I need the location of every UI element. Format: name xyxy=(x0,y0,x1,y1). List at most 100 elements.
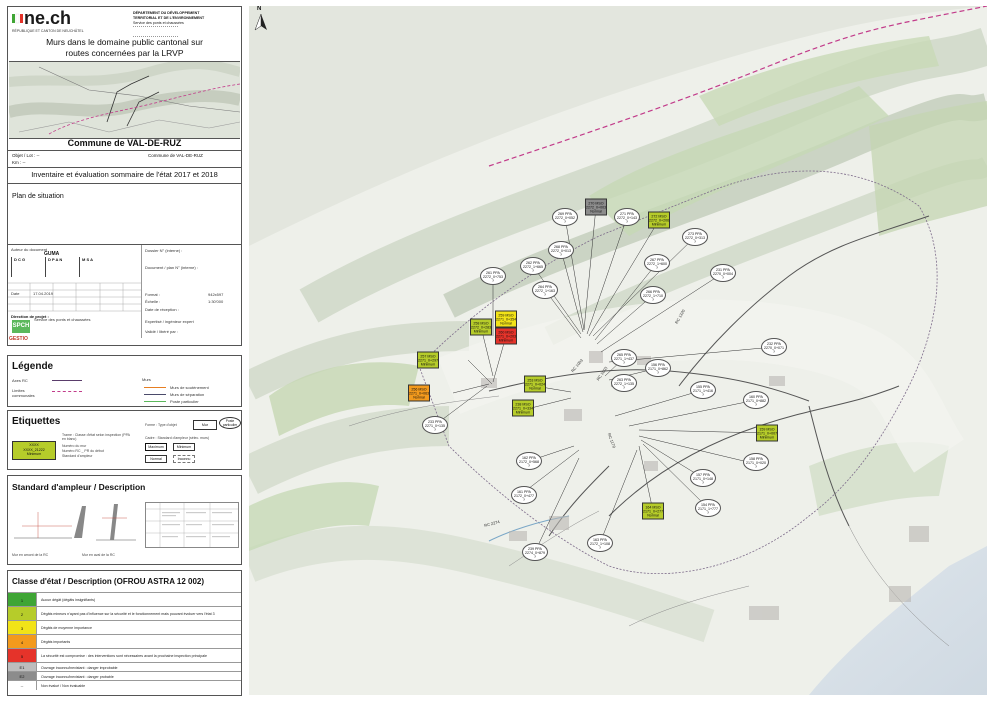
echelle-label: Échelle : xyxy=(145,299,161,304)
legend-poste-line xyxy=(144,401,166,402)
classe-description: Non évalué / Non évaluable xyxy=(41,683,86,688)
title-panel: ne.ch RÉPUBLIQUE ET CANTON DE NEUCHÂTEL … xyxy=(0,0,246,701)
department-line-2: TERRITORIAL ET DE L'ENVIRONNEMENT xyxy=(133,16,205,20)
label-line: ? xyxy=(434,428,436,432)
wall-label[interactable]: 258 MSO 2272_0+283 Minimum xyxy=(470,318,492,336)
poste-label[interactable]: 261 PPA 2272_0+753? xyxy=(480,267,506,285)
label-line: Normal xyxy=(413,395,425,400)
poste-label[interactable]: 267 PPA 2272_1+600? xyxy=(644,254,670,272)
poste-label[interactable]: 154 PPA 2171_1+777? xyxy=(695,499,721,517)
label-line: ? xyxy=(623,361,625,365)
label-line: ? xyxy=(492,279,494,283)
section-diagram xyxy=(12,498,136,548)
poste-label[interactable]: 262 PPA 2272_1+665? xyxy=(520,257,546,275)
legend-limites: Limites communales xyxy=(12,388,35,398)
poste-label[interactable]: 157 PPA 2171_0+148? xyxy=(690,469,716,487)
label-line: Minimum xyxy=(420,362,436,367)
divider xyxy=(8,183,241,184)
poste-label[interactable]: 271 PPA 2272_0+143? xyxy=(614,208,640,226)
label-line: ? xyxy=(707,511,709,515)
forme-mur-box: Mur xyxy=(193,420,217,430)
wall-label[interactable]: 164 MSO 2171_0+277 Normal xyxy=(642,502,664,520)
north-label: N xyxy=(257,6,262,12)
label-line: ? xyxy=(657,371,659,375)
poste-label[interactable]: 158 PPA 2171_0+020? xyxy=(743,453,769,471)
document-label: Document / plan N° (interne) : xyxy=(145,265,198,270)
label-line: Normal xyxy=(500,321,512,326)
wall-label[interactable]: 159 MSO 2171_0+007 Minimum xyxy=(756,424,778,442)
label-line: ? xyxy=(523,498,525,502)
address-lines xyxy=(133,26,178,37)
echelle-value: 1:30'000 xyxy=(208,299,224,304)
poste-label[interactable]: 231 PPA 2270_0+004? xyxy=(710,264,736,282)
legend-murs: Murs xyxy=(142,377,151,382)
grid-lines xyxy=(8,282,141,312)
standard-panel: Standard d'ampleur / Description Mur en … xyxy=(7,475,242,565)
title-line-1: Murs dans le domaine public cantonal sur xyxy=(46,37,203,47)
legend-soutenement-line xyxy=(144,387,166,388)
label-line: ? xyxy=(652,298,654,302)
label-line: ? xyxy=(656,266,658,270)
poste-label[interactable]: 162 PPA 2172_0+568? xyxy=(516,452,542,470)
poste-label[interactable]: 233 PPA 2271_0+135? xyxy=(422,416,448,434)
legend-separation: Murs de séparation xyxy=(170,392,205,397)
sample-line-3: Minimum xyxy=(26,452,42,456)
std-maximum: Maximum xyxy=(145,443,167,451)
poste-label[interactable]: 266 PPA 2272_1+710? xyxy=(640,286,666,304)
poste-label[interactable]: 263 PPA 2272_1+135? xyxy=(611,374,637,392)
partner-logos: D C G D P A N M S A xyxy=(11,257,139,279)
etiquette-desc-4: Standard d'ampleur xyxy=(62,454,93,458)
classe-description: Ouvrage inconnu/inexistant : danger impr… xyxy=(41,665,118,670)
km-field: Km : -- xyxy=(12,160,26,165)
label-line: Minimum xyxy=(515,410,531,415)
poste-label[interactable]: 156 PPA 2171_0+862? xyxy=(645,359,671,377)
commune-field: Commune de VAL-DE-RUZ xyxy=(148,153,203,158)
divider xyxy=(141,245,142,338)
legend-separation-line xyxy=(144,394,166,395)
classe-row: 1 Aucun dégât (dégâts insignifiants) xyxy=(8,592,241,607)
poste-label[interactable]: 269 PPA 2272_0+052? xyxy=(552,208,578,226)
wall-label[interactable]: 253 MSO 2271_0+024 Normal xyxy=(524,375,546,393)
wall-label[interactable]: 238 MSO 2271_0+334 Minimum xyxy=(512,399,534,417)
label-line: ? xyxy=(773,350,775,354)
label-line: ? xyxy=(626,220,628,224)
wall-label[interactable]: 259 MSO 2271_0+354 Normal xyxy=(495,310,517,328)
date-label: Date xyxy=(11,291,20,296)
author-label: Auteur du document xyxy=(11,247,48,252)
gestio-logo: GESTIO xyxy=(9,336,28,342)
poste-label[interactable]: 265 PPA 2271_1+437? xyxy=(611,349,637,367)
poste-label[interactable]: 160 PPA 2171_0+882? xyxy=(743,391,769,409)
poste-label[interactable]: 155 PPA 2171_1+416? xyxy=(690,381,716,399)
classe-description: Dégâts mineurs n'ayant pas d'influence s… xyxy=(41,612,215,616)
standard-caption-2: Mur en aval de la RC xyxy=(82,553,115,557)
poste-label[interactable]: 163 PPA 2172_1+108? xyxy=(587,534,613,552)
logo: ne.ch xyxy=(24,8,72,28)
label-line: ? xyxy=(694,240,696,244)
poste-label[interactable]: 268 PPA 2272_0+013? xyxy=(548,241,574,259)
wall-label[interactable]: 272 MSO 2272_0+206 Minimum xyxy=(648,211,670,229)
poste-label[interactable]: 232 PPA 2270_0+071? xyxy=(761,338,787,356)
etiquette-desc-2: Numéro du mur xyxy=(62,444,87,448)
std-inconnu: Inconnu xyxy=(173,455,195,463)
standard-table-grid xyxy=(146,503,238,547)
service-ponts-label: Service des ponts et chaussées xyxy=(34,317,91,322)
classe-swatch: 1 xyxy=(8,593,37,607)
etiquettes-panel: Etiquettes XXXX XXXX_21222 Minimum Trame… xyxy=(7,410,242,470)
wall-label[interactable]: 257 MSO 2271_0+297 Minimum xyxy=(417,351,439,369)
map-area[interactable]: RC 1320 RC 1003 RC 1170 RC 2274 RC 1003 … xyxy=(249,6,987,695)
revision-grid xyxy=(8,282,141,312)
wall-label[interactable]: 270 MSO 2272_0+003 Normal xyxy=(585,198,607,216)
poste-label[interactable]: 273 PPA 2272_0+313? xyxy=(682,228,708,246)
classe-row: 5 La sécurité est compromise : des interv… xyxy=(8,648,241,663)
poste-label[interactable]: 239 PPA 2274_0+879? xyxy=(522,543,548,561)
label-line: Minimum xyxy=(759,435,775,440)
poste-label[interactable]: 264 PPA 2272_1+163? xyxy=(532,281,558,299)
wall-label[interactable]: 260 MSO 2271_0+203 Minimum xyxy=(495,327,517,345)
poste-label[interactable]: 161 PPA 2172_0+477? xyxy=(511,486,537,504)
classe-swatch: 5 xyxy=(8,649,37,663)
classe-description: Dégâts importants xyxy=(41,640,71,644)
label-line: ? xyxy=(623,386,625,390)
label-line: ? xyxy=(702,481,704,485)
classe-row: -- Non évalué / Non évaluable xyxy=(8,680,241,690)
wall-label[interactable]: 256 MSO 2271_0+063 Normal xyxy=(408,384,430,402)
